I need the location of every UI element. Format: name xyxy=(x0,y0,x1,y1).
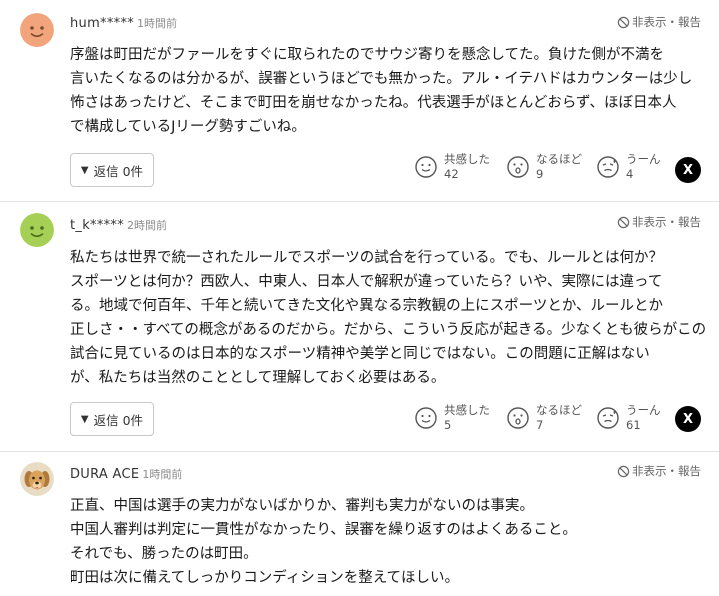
reaction-label: なるほど xyxy=(536,403,582,417)
comment-line: が、私たちは当然のこととして理解しておく必要はある。 xyxy=(70,370,446,386)
comment-line: 試合に見ているのは日本的なスポーツ精神や美学と同じではない。この問題に正解はない xyxy=(70,346,650,362)
comment-line: 言いたくなるのは分かるが、誤審というほどでも無かった。アル・イテハドはカウンター… xyxy=(70,71,693,87)
hide-report-link[interactable]: 非表示・報告 xyxy=(617,14,701,30)
comment-body: 正直、中国は選手の実力がないばかりか、審判も実力がないのは事実。 中国人審判は判… xyxy=(70,494,702,590)
comment-body: 序盤は町田だがファールをすぐに取られたのでサウジ寄りを懸念してた。負けた側が不満… xyxy=(70,43,702,139)
reaction-label: なるほど xyxy=(536,152,582,166)
comment-line: 町田は次に備えてしっかりコンディションを整えてほしい。 xyxy=(70,570,460,586)
surprised-face-icon xyxy=(507,156,529,178)
reaction-uun[interactable]: うーん 61 xyxy=(596,403,661,433)
comment-line: それでも、勝ったのは町田。 xyxy=(70,546,258,562)
username[interactable]: hum***** 1時間前 xyxy=(70,15,177,31)
divider xyxy=(0,201,719,202)
reaction-count: 9 xyxy=(536,167,544,181)
x-logo-icon: X xyxy=(682,411,694,427)
ban-icon xyxy=(617,216,630,228)
reaction-naruhodo[interactable]: なるほど 9 xyxy=(506,152,582,182)
username[interactable]: t_k***** 2時間前 xyxy=(70,217,167,233)
report-label[interactable]: 非表示・報告 xyxy=(632,214,701,230)
smile-face-icon xyxy=(415,156,437,178)
reply-button[interactable]: ▼ 返信 0件 xyxy=(70,402,154,436)
avatar[interactable] xyxy=(20,462,54,496)
x-share-button[interactable]: X xyxy=(675,157,701,183)
comment-body: 私たちは世界で統一されたルールでスポーツの試合を行っている。でも、ルールとは何か… xyxy=(70,246,707,390)
reply-button[interactable]: ▼ 返信 0件 xyxy=(70,153,154,187)
comment-line: スポーツとは何か？西欧人、中東人、日本人で解釈が違っていたら？いや、実際には違っ… xyxy=(70,274,663,290)
x-share-button[interactable]: X xyxy=(675,406,701,432)
reaction-count: 4 xyxy=(626,167,634,181)
triangle-down-icon: ▼ xyxy=(80,164,89,176)
reply-label: 返信 0件 xyxy=(93,412,144,428)
reaction-empathy[interactable]: 共感した 42 xyxy=(414,152,490,182)
timestamp: 1時間前 xyxy=(137,17,178,30)
avatar[interactable] xyxy=(20,13,54,47)
hide-report-link[interactable]: 非表示・報告 xyxy=(617,463,701,479)
comment-line: 私たちは世界で統一されたルールでスポーツの試合を行っている。でも、ルールとは何か… xyxy=(70,250,664,266)
triangle-down-icon: ▼ xyxy=(80,413,89,425)
x-logo-icon: X xyxy=(682,162,694,178)
sweat-face-icon xyxy=(597,156,619,178)
username-text[interactable]: hum***** xyxy=(70,16,134,31)
timestamp: 2時間前 xyxy=(127,219,168,232)
ban-icon xyxy=(617,465,630,477)
timestamp: 1時間前 xyxy=(142,468,183,481)
reply-label: 返信 0件 xyxy=(93,163,144,179)
avatar-face-icon xyxy=(20,213,54,247)
sweat-face-icon xyxy=(597,407,619,429)
dog-avatar-icon xyxy=(20,462,54,496)
avatar[interactable] xyxy=(20,213,54,247)
comment-line: る。地域で何百年、千年と続いてきた文化や異なる宗教観の上にスポーツとか、ルールと… xyxy=(70,298,664,314)
ban-icon xyxy=(617,16,630,28)
reaction-count: 42 xyxy=(444,167,459,181)
report-label[interactable]: 非表示・報告 xyxy=(632,463,701,479)
comment-line: 正直、中国は選手の実力がないばかりか、審判も実力がないのは事実。 xyxy=(70,498,534,514)
report-label[interactable]: 非表示・報告 xyxy=(632,14,701,30)
reaction-uun[interactable]: うーん 4 xyxy=(596,152,661,182)
comment-line: 中国人審判は判定に一貫性がなかったり、誤審を繰り返すのはよくあること。 xyxy=(70,522,577,538)
comment-line: 怖さはあったけど、そこまで町田を崩せなかったね。代表選手がほとんどおらず、ほぼ日… xyxy=(70,95,677,111)
hide-report-link[interactable]: 非表示・報告 xyxy=(617,214,701,230)
avatar-face-icon xyxy=(20,13,54,47)
comment-line: 正しさ・・すべての概念があるのだから。だから、こういう反応が起きる。少なくとも彼… xyxy=(70,322,707,338)
reaction-naruhodo[interactable]: なるほど 7 xyxy=(506,403,582,433)
reaction-count: 7 xyxy=(536,418,544,432)
reaction-count: 61 xyxy=(626,418,641,432)
comment-line: で構成しているJリーグ勢すごいね。 xyxy=(70,119,306,135)
username-text[interactable]: t_k***** xyxy=(70,218,124,233)
reaction-label: うーん xyxy=(626,403,661,417)
reaction-count: 5 xyxy=(444,418,452,432)
username-text[interactable]: DURA ACE xyxy=(70,467,139,482)
reaction-label: うーん xyxy=(626,152,661,166)
comment-line: 序盤は町田だがファールをすぐに取られたのでサウジ寄りを懸念してた。負けた側が不満… xyxy=(70,47,665,63)
reaction-empathy[interactable]: 共感した 5 xyxy=(414,403,490,433)
smile-face-icon xyxy=(415,407,437,429)
username[interactable]: DURA ACE 1時間前 xyxy=(70,466,182,482)
surprised-face-icon xyxy=(507,407,529,429)
reaction-label: 共感した xyxy=(444,403,490,417)
reaction-label: 共感した xyxy=(444,152,490,166)
divider xyxy=(0,451,719,452)
